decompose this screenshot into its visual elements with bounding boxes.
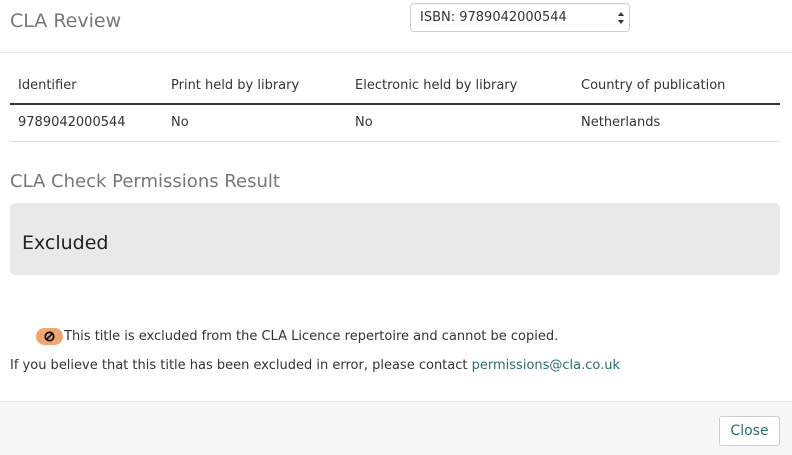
isbn-select-value: ISBN: 9789042000544	[420, 10, 567, 25]
table-cell-print-held: No	[163, 104, 347, 142]
column-header: Identifier	[10, 68, 163, 105]
column-header: Electronic held by library	[347, 68, 573, 105]
contact-email-link[interactable]: permissions@cla.co.uk	[472, 358, 620, 373]
modal-footer	[0, 401, 792, 455]
identifier-table: Identifier Print held by library Electro…	[10, 68, 780, 142]
table-cell-electronic-held: No	[347, 104, 573, 142]
column-header: Print held by library	[163, 68, 347, 105]
table-header-row: Identifier Print held by library Electro…	[10, 68, 780, 105]
no-entry-icon	[44, 330, 55, 342]
table-cell-identifier: 9789042000544	[10, 104, 163, 142]
contact-line: If you believe that this title has been …	[10, 358, 620, 373]
table-row: 9789042000544 No No Netherlands	[10, 104, 780, 142]
select-arrows-icon	[618, 12, 624, 24]
isbn-select[interactable]: ISBN: 9789042000544	[410, 3, 630, 32]
result-status: Excluded	[22, 232, 109, 254]
modal-header: CLA Review ISBN: 9789042000544	[0, 0, 792, 53]
no-entry-badge	[36, 327, 63, 345]
close-button[interactable]: Close	[719, 416, 780, 446]
column-header: Country of publication	[573, 68, 780, 105]
excluded-notice: This title is excluded from the CLA Lice…	[36, 327, 558, 345]
contact-text: If you believe that this title has been …	[10, 358, 468, 373]
table-cell-country: Netherlands	[573, 104, 780, 142]
notice-text: This title is excluded from the CLA Lice…	[64, 328, 559, 344]
result-heading: CLA Check Permissions Result	[10, 171, 280, 192]
result-well: Excluded	[10, 203, 780, 275]
modal-title: CLA Review	[10, 10, 122, 32]
